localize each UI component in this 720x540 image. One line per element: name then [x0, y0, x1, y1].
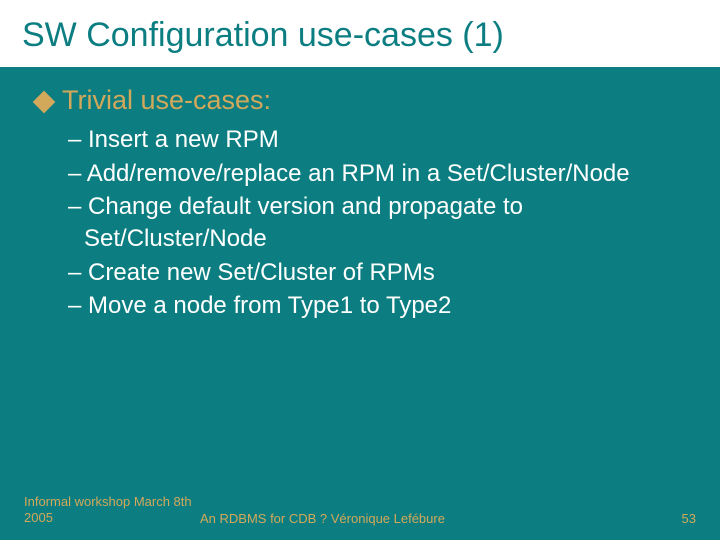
slide-title: SW Configuration use-cases (1) [0, 0, 720, 67]
footer-left: Informal workshop March 8th 2005 [24, 494, 194, 527]
title-text: SW Configuration use-cases (1) [22, 16, 504, 54]
sub-list: – Insert a new RPM – Add/remove/replace … [40, 124, 692, 322]
slide-body: Trivial use-cases: – Insert a new RPM – … [0, 67, 720, 322]
list-item: – Create new Set/Cluster of RPMs [68, 257, 692, 289]
list-item: – Change default version and propagate t… [68, 191, 692, 254]
footer-center: An RDBMS for CDB ? Véronique Lefébure [194, 511, 636, 526]
bullet-level1: Trivial use-cases: [40, 85, 692, 116]
diamond-bullet-icon [33, 90, 56, 113]
list-item: – Add/remove/replace an RPM in a Set/Clu… [68, 158, 692, 190]
bullet-label: Trivial use-cases: [62, 85, 271, 116]
slide-number: 53 [636, 511, 696, 526]
slide-footer: Informal workshop March 8th 2005 An RDBM… [0, 494, 720, 527]
list-item: – Insert a new RPM [68, 124, 692, 156]
list-item: – Move a node from Type1 to Type2 [68, 290, 692, 322]
